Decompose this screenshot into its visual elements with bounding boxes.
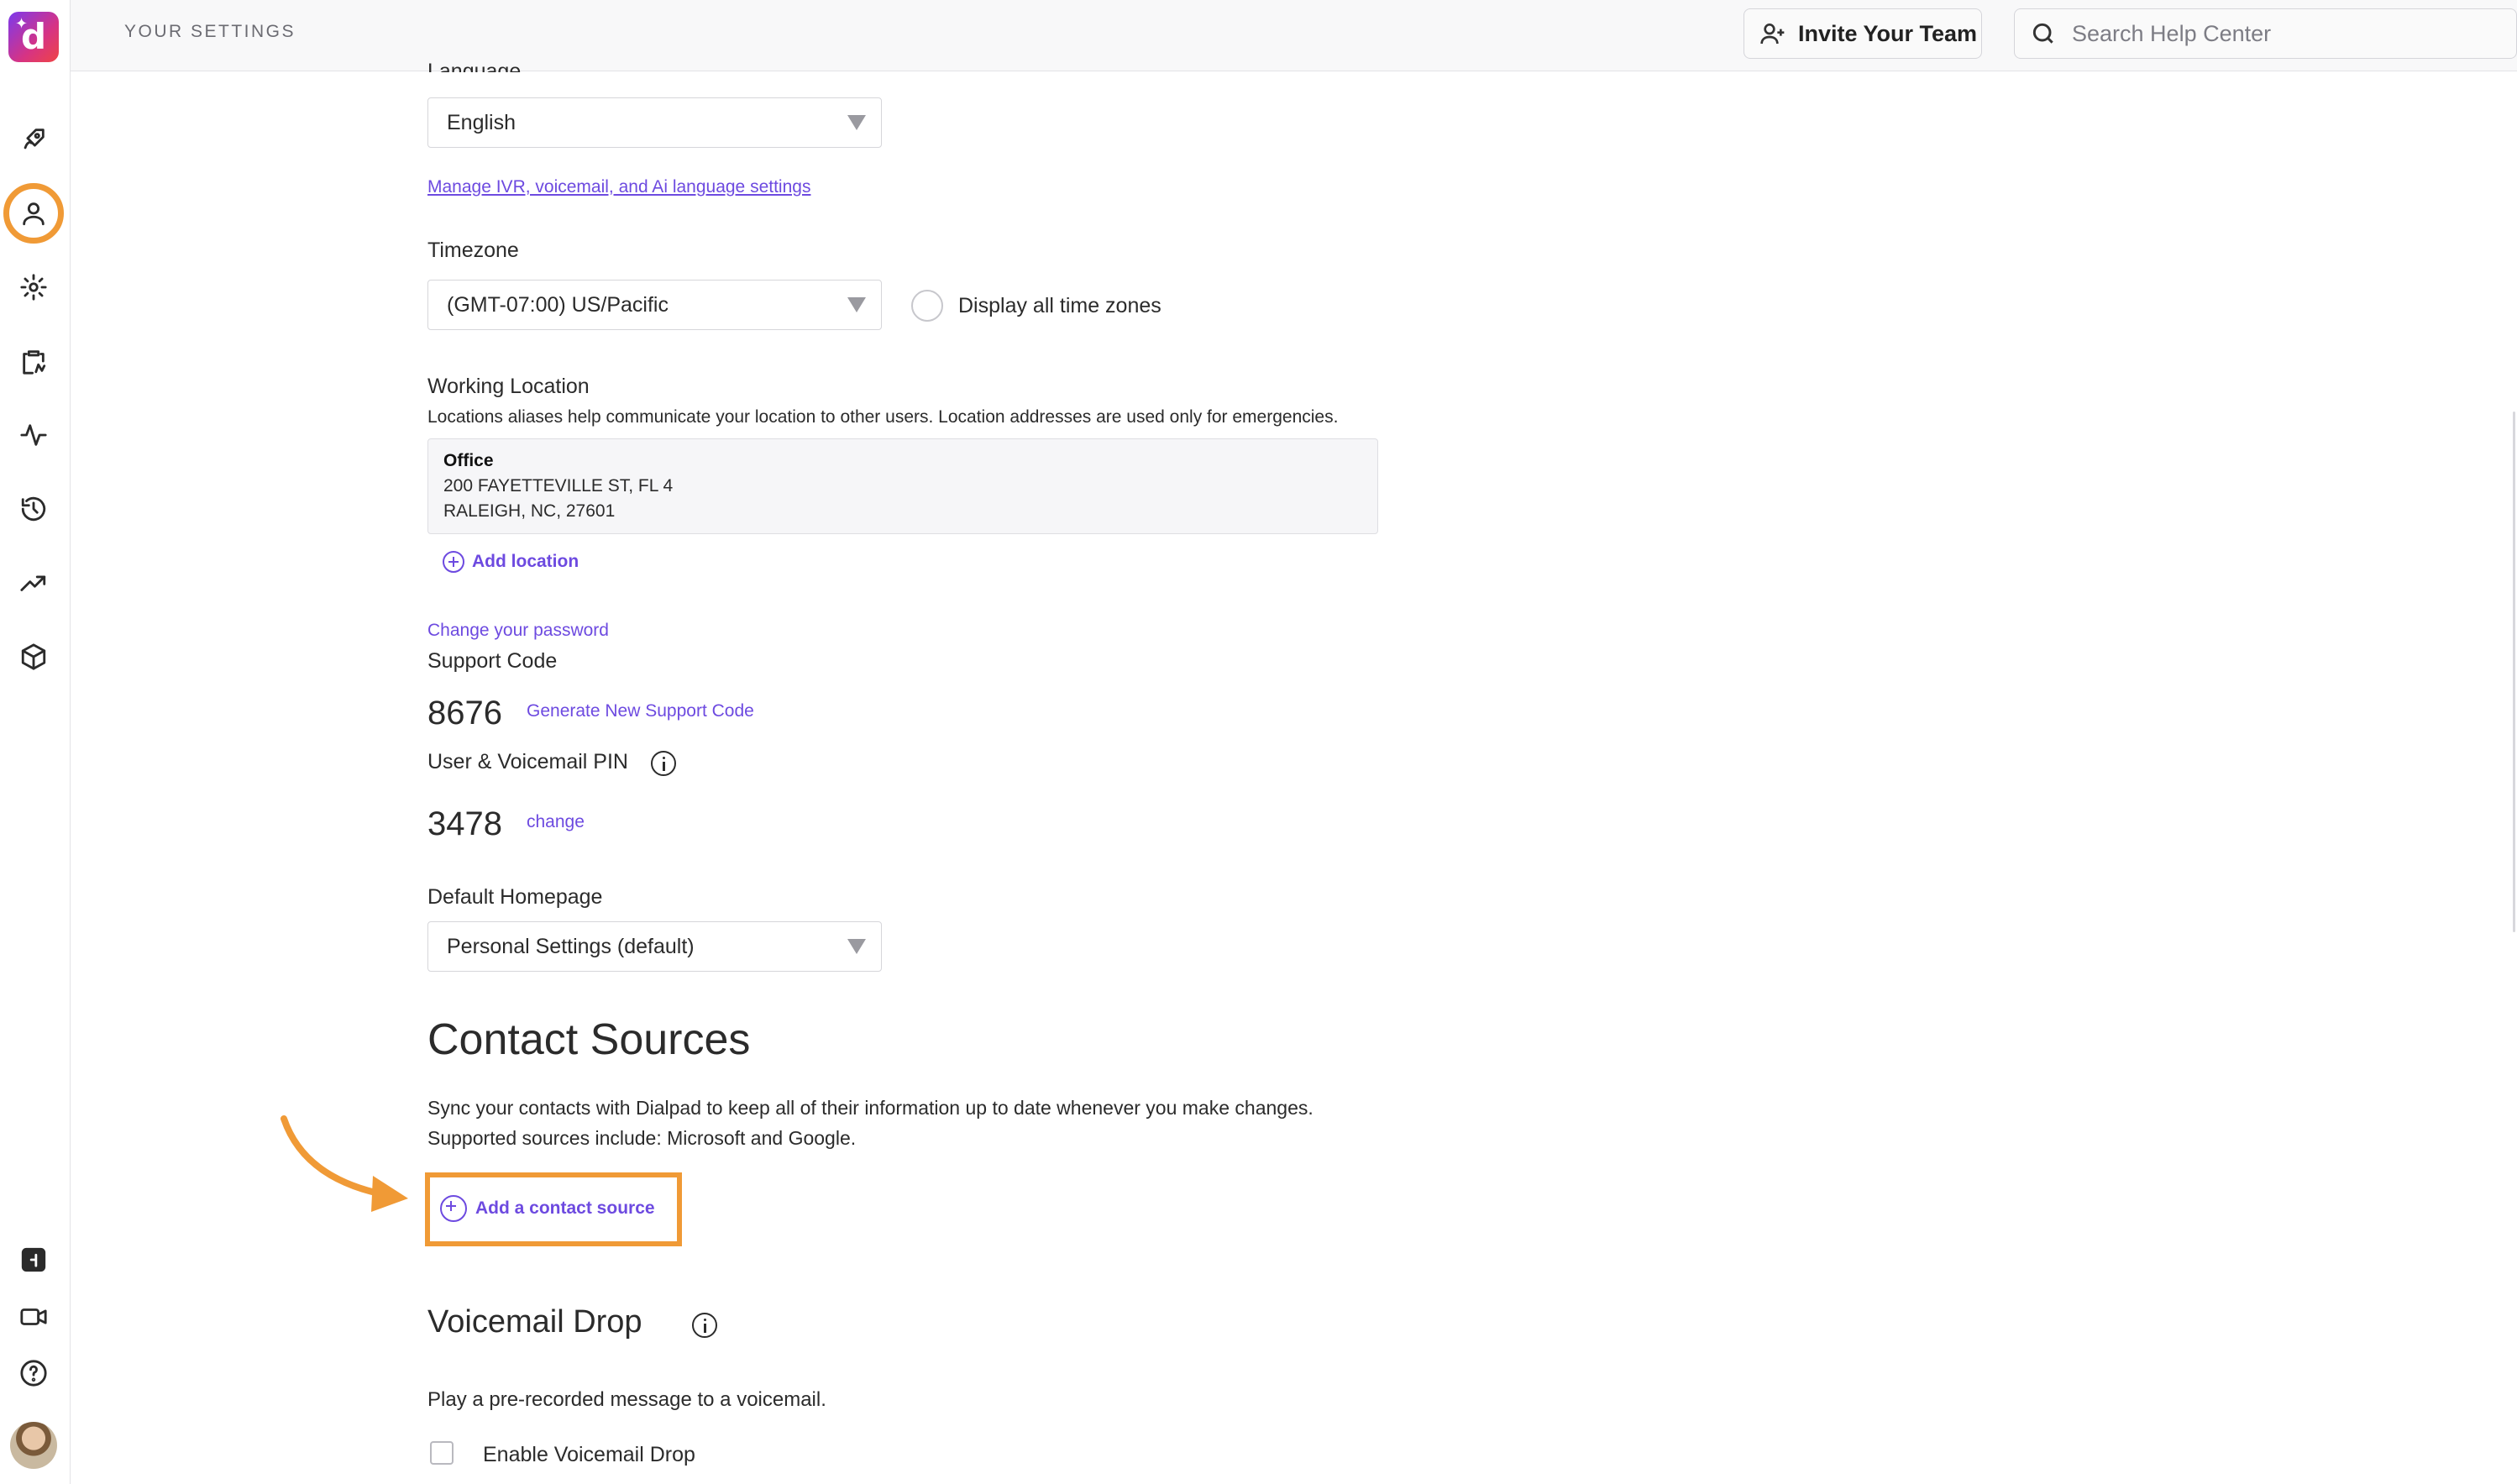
change-pin-link[interactable]: change [527,812,585,832]
scrollbar-thumb[interactable] [2513,412,2515,932]
add-contact-source-button[interactable]: Add a contact source [440,1195,655,1222]
chevron-down-icon [847,939,866,954]
display-all-timezones-radio[interactable] [911,290,943,322]
plus-circle-icon [443,551,464,573]
location-card[interactable]: Office 200 FAYETTEVILLE ST, FL 4 RALEIGH… [427,438,1378,534]
pin-value: 3478 [427,805,502,842]
invite-team-label: Invite Your Team [1798,20,1978,46]
contact-sources-description-2: Supported sources include: Microsoft and… [427,1127,857,1149]
info-icon[interactable] [692,1313,718,1338]
dialpad-logo[interactable]: ✦ d [8,12,59,62]
help-icon[interactable] [12,1351,55,1395]
working-location-description: Locations aliases help communicate your … [427,407,1339,427]
location-address-line2: RALEIGH, NC, 27601 [443,501,616,521]
contact-sources-description-1: Sync your contacts with Dialpad to keep … [427,1097,1314,1119]
add-user-icon [1760,24,1785,45]
support-code-label: Support Code [427,649,558,673]
add-contact-source-label: Add a contact source [475,1198,655,1218]
left-nav-rail: ✦ d [0,0,71,1484]
default-homepage-select[interactable]: Personal Settings (default) [427,921,882,972]
search-icon [2032,23,2053,44]
search-input[interactable] [2072,20,2509,47]
tutorial-arrow-icon [281,1115,408,1212]
add-location-label: Add location [472,552,579,571]
timezone-value: (GMT-07:00) US/Pacific [447,292,669,317]
activity-icon[interactable] [12,413,55,457]
plus-circle-icon [440,1195,467,1222]
info-icon[interactable] [651,751,676,776]
language-select[interactable]: English [427,97,882,148]
voicemail-drop-description: Play a pre-recorded message to a voicema… [427,1388,826,1411]
working-location-label: Working Location [427,375,590,398]
contact-sources-heading: Contact Sources [427,1015,751,1064]
add-location-button[interactable]: Add location [443,551,579,573]
default-homepage-label: Default Homepage [427,885,603,909]
location-address-line1: 200 FAYETTEVILLE ST, FL 4 [443,476,674,496]
rocket-icon[interactable] [12,118,55,161]
ai-icon[interactable] [12,1238,55,1282]
enable-voicemail-drop-checkbox[interactable] [430,1441,454,1465]
display-all-timezones-label: Display all time zones [958,294,1161,317]
clipboard-icon[interactable] [12,339,55,383]
generate-support-code-link[interactable]: Generate New Support Code [527,701,754,721]
language-settings-link[interactable]: Manage IVR, voicemail, and Ai language s… [427,177,810,197]
page-title: YOUR SETTINGS [124,22,296,41]
pin-label: User & Voicemail PIN [427,750,628,773]
help-search[interactable] [2014,8,2517,59]
trending-icon[interactable] [12,561,55,605]
language-value: English [447,110,516,134]
chevron-down-icon [847,297,866,312]
user-icon[interactable] [3,183,64,244]
chevron-down-icon [847,115,866,130]
enable-voicemail-drop-label: Enable Voicemail Drop [483,1443,695,1466]
support-code-value: 8676 [427,695,502,732]
timezone-select[interactable]: (GMT-07:00) US/Pacific [427,280,882,330]
gear-icon[interactable] [12,265,55,309]
invite-team-button[interactable]: Invite Your Team [1744,8,1982,59]
timezone-label: Timezone [427,239,519,262]
box-icon[interactable] [12,635,55,679]
location-name: Office [443,451,494,470]
history-icon[interactable] [12,487,55,531]
default-homepage-value: Personal Settings (default) [447,934,695,958]
voicemail-drop-heading: Voicemail Drop [427,1304,642,1340]
avatar[interactable] [10,1422,57,1469]
video-icon[interactable] [12,1295,55,1339]
change-password-link[interactable]: Change your password [427,621,609,641]
language-label: Language [427,60,522,72]
